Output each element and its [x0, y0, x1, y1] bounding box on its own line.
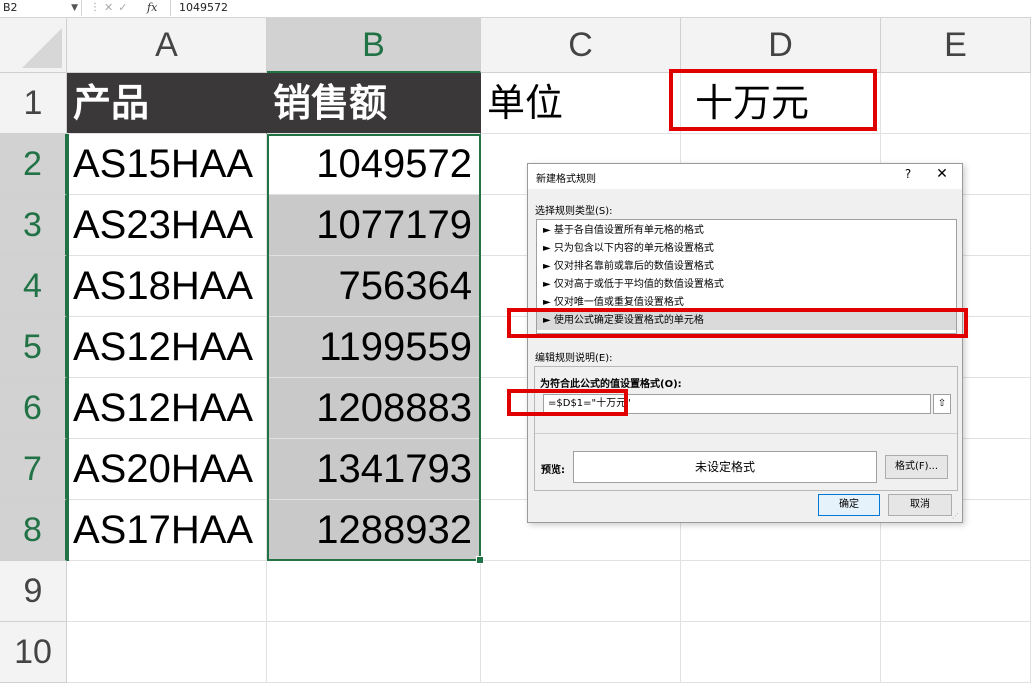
cell-c1[interactable]: 单位 [481, 73, 681, 134]
cell-c9[interactable] [481, 561, 681, 622]
cell-d9[interactable] [681, 561, 881, 622]
cell-b5[interactable]: 1199559 [267, 317, 481, 378]
cell-e10[interactable] [881, 622, 1031, 683]
select-all-corner[interactable] [0, 18, 67, 73]
cell-e9[interactable] [881, 561, 1031, 622]
rule-type-item[interactable]: ► 基于各自值设置所有单元格的格式 [537, 222, 956, 240]
row-header-3[interactable]: 3 [0, 195, 67, 256]
cancel-confirm-icons[interactable]: ✕✓ [104, 0, 132, 16]
cell-a6[interactable]: AS12HAA [67, 378, 267, 439]
format-button[interactable]: 格式(F)... [885, 455, 948, 479]
dialog-title-bar[interactable]: 新建格式规则 ? ✕ [528, 164, 962, 189]
cell-b2[interactable]: 1049572 [267, 134, 481, 195]
formula-bar: B2 ▼ ⋮ ✕✓ fx 1049572 [0, 0, 1031, 18]
row-header-2[interactable]: 2 [0, 134, 67, 195]
formula-field[interactable]: =$D$1="十万元" [543, 394, 931, 414]
cell-b10[interactable] [267, 622, 481, 683]
row-header-6[interactable]: 6 [0, 378, 67, 439]
cell-a7[interactable]: AS20HAA [67, 439, 267, 500]
new-format-rule-dialog: 新建格式规则 ? ✕ 选择规则类型(S): ► 基于各自值设置所有单元格的格式 … [527, 163, 963, 523]
cell-a10[interactable] [67, 622, 267, 683]
row-header-5[interactable]: 5 [0, 317, 67, 378]
name-box[interactable]: B2 ▼ [0, 0, 82, 16]
rule-type-item-selected[interactable]: ► 使用公式确定要设置格式的单元格 [537, 312, 956, 330]
cell-e1[interactable] [881, 73, 1031, 134]
row-header-1[interactable]: 1 [0, 73, 67, 134]
cell-c10[interactable] [481, 622, 681, 683]
edit-description-label: 编辑规则说明(E): [535, 353, 613, 364]
cell-b9[interactable] [267, 561, 481, 622]
cell-d1[interactable]: 十万元 [681, 73, 881, 134]
divider [535, 433, 957, 434]
collapse-dialog-icon[interactable]: ⇧ [933, 394, 951, 414]
cell-a3[interactable]: AS23HAA [67, 195, 267, 256]
cell-b1[interactable]: 销售额 [267, 73, 481, 134]
preview-label: 预览: [541, 465, 565, 476]
cell-b4[interactable]: 756364 [267, 256, 481, 317]
rule-type-item[interactable]: ► 仅对排名靠前或靠后的数值设置格式 [537, 258, 956, 276]
cell-a4[interactable]: AS18HAA [67, 256, 267, 317]
cell-a5[interactable]: AS12HAA [67, 317, 267, 378]
cell-a8[interactable]: AS17HAA [67, 500, 267, 561]
fill-handle[interactable] [476, 556, 484, 564]
cell-b6[interactable]: 1208883 [267, 378, 481, 439]
help-icon[interactable]: ? [898, 167, 918, 181]
cell-b8[interactable]: 1288932 [267, 500, 481, 561]
rule-description-panel: 为符合此公式的值设置格式(O): =$D$1="十万元" ⇧ 预览: 未设定格式… [534, 366, 958, 491]
cell-a2[interactable]: AS15HAA [67, 134, 267, 195]
row-header-8[interactable]: 8 [0, 500, 67, 561]
formula-input[interactable]: 1049572 [170, 0, 1031, 16]
dialog-title: 新建格式规则 [536, 174, 596, 185]
row-header-7[interactable]: 7 [0, 439, 67, 500]
rule-type-item[interactable]: ► 仅对高于或低于平均值的数值设置格式 [537, 276, 956, 294]
cell-a1[interactable]: 产品 [67, 73, 267, 134]
cell-b7[interactable]: 1341793 [267, 439, 481, 500]
rule-type-list[interactable]: ► 基于各自值设置所有单元格的格式 ► 只为包含以下内容的单元格设置格式 ► 仅… [536, 219, 957, 334]
cell-d10[interactable] [681, 622, 881, 683]
cell-a9[interactable] [67, 561, 267, 622]
column-header-d[interactable]: D [681, 18, 881, 73]
cancel-button[interactable]: 取消 [888, 494, 952, 516]
column-header-c[interactable]: C [481, 18, 681, 73]
row-header-4[interactable]: 4 [0, 256, 67, 317]
rule-type-label: 选择规则类型(S): [535, 206, 613, 217]
column-header-a[interactable]: A [67, 18, 267, 73]
ok-button[interactable]: 确定 [818, 494, 880, 516]
chevron-down-icon[interactable]: ▼ [71, 0, 78, 16]
close-icon[interactable]: ✕ [932, 166, 952, 182]
row-header-9[interactable]: 9 [0, 561, 67, 622]
rule-type-item[interactable]: ► 只为包含以下内容的单元格设置格式 [537, 240, 956, 258]
resize-grip-icon[interactable]: ⋰ [952, 512, 960, 520]
preview-box: 未设定格式 [573, 451, 877, 483]
row-header-10[interactable]: 10 [0, 622, 67, 683]
fx-icon[interactable]: fx [147, 0, 157, 16]
name-box-value: B2 [3, 1, 18, 14]
formula-label: 为符合此公式的值设置格式(O): [540, 379, 682, 390]
cell-b3[interactable]: 1077179 [267, 195, 481, 256]
column-header-b[interactable]: B [267, 18, 481, 73]
rule-type-item[interactable]: ► 仅对唯一值或重复值设置格式 [537, 294, 956, 312]
column-header-e[interactable]: E [881, 18, 1031, 73]
more-icon[interactable]: ⋮ [90, 0, 100, 16]
